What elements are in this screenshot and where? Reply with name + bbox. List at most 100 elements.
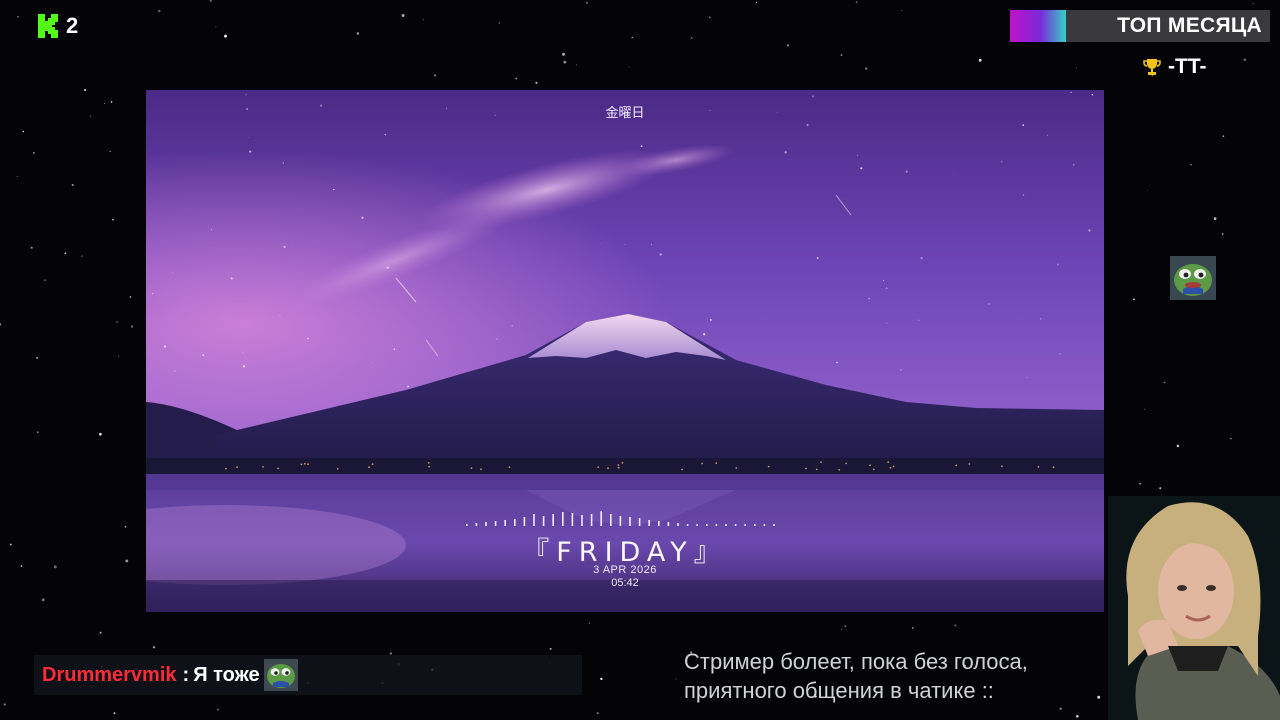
star — [1164, 381, 1166, 384]
star — [124, 526, 127, 528]
shore-light — [805, 467, 807, 470]
shore-light — [1001, 465, 1003, 468]
shore-light — [597, 466, 600, 468]
visualizer-bar — [677, 523, 679, 526]
star — [1221, 233, 1224, 235]
sky-star — [163, 345, 167, 348]
visualizer-bar — [523, 517, 526, 526]
sky-star — [211, 229, 212, 231]
star — [840, 628, 843, 630]
star — [36, 431, 39, 434]
visualizer-bar — [504, 520, 506, 526]
star — [901, 9, 903, 12]
star — [844, 625, 846, 627]
star — [71, 183, 74, 186]
sky-star — [784, 151, 787, 154]
stream-screen: 金曜日 『FRIDAY』 3 APR 2026 05:42 — [146, 90, 1104, 612]
viewer-count: 2 — [66, 13, 79, 38]
visualizer-bar — [754, 524, 756, 526]
star — [110, 101, 113, 103]
pepe-emote-icon — [1170, 256, 1216, 300]
sky-star — [920, 257, 923, 260]
visualizer-bar — [475, 523, 478, 526]
star — [401, 14, 405, 17]
sky-star — [860, 167, 863, 170]
shore-light — [869, 464, 871, 467]
shore-light — [889, 467, 892, 469]
star — [1139, 483, 1141, 485]
star — [41, 598, 45, 602]
visualizer-bar — [648, 520, 650, 526]
shore-light — [968, 463, 971, 465]
sky-star — [883, 280, 885, 282]
shore-light — [303, 462, 306, 465]
visualizer-bar — [542, 516, 545, 526]
sky-star — [279, 314, 281, 317]
shore-light — [892, 465, 895, 468]
visualizer-bar — [744, 524, 746, 526]
star — [588, 622, 590, 624]
sky-star — [1072, 163, 1075, 166]
sky-star — [1022, 194, 1025, 196]
sky-star — [1040, 318, 1042, 320]
chat-separator: : — [182, 663, 190, 686]
sky-star — [152, 293, 154, 295]
star — [840, 54, 843, 57]
notice-line-2: приятного общения в чатике :: — [684, 678, 994, 703]
sky-star — [885, 287, 888, 290]
star — [1213, 217, 1217, 220]
star — [130, 325, 134, 328]
sky-star — [283, 245, 286, 249]
sky-star — [954, 173, 956, 175]
visualizer-bar — [552, 514, 554, 526]
weekday-japanese: 金曜日 — [605, 105, 645, 120]
star — [36, 356, 38, 359]
star — [422, 19, 424, 21]
chat-username[interactable]: Drummervmik — [42, 664, 177, 687]
sky-star — [905, 170, 908, 173]
star — [99, 432, 102, 436]
star — [563, 60, 567, 64]
sky-star — [1091, 93, 1094, 96]
sky-star — [230, 277, 233, 280]
sky-star — [988, 303, 990, 305]
visualizer-bar — [638, 518, 641, 526]
sky-star — [248, 136, 250, 138]
visualizer-bar — [686, 524, 689, 526]
star — [912, 627, 914, 629]
star — [16, 176, 18, 178]
star — [152, 646, 156, 649]
star — [1146, 189, 1148, 191]
star — [157, 9, 161, 13]
sky-star — [886, 322, 888, 324]
sky-star — [1046, 134, 1049, 136]
shore-light — [735, 467, 738, 469]
sky-star — [393, 348, 396, 350]
visualizer-bar — [514, 519, 516, 526]
sky-star — [511, 325, 513, 327]
visualizer-bar — [715, 524, 718, 526]
top-donor: -TT- — [1142, 55, 1206, 79]
sky-star — [172, 272, 174, 274]
star — [864, 67, 868, 70]
visualizer-bar — [485, 522, 487, 526]
star — [576, 64, 577, 66]
sky-star — [624, 244, 626, 246]
star — [1230, 437, 1232, 440]
star — [113, 712, 116, 715]
shore-light — [838, 468, 841, 471]
visualizer-bar — [658, 521, 660, 526]
shore-light — [277, 467, 279, 470]
visualizer-bar — [619, 516, 622, 526]
shore-light — [1037, 466, 1040, 468]
star — [1243, 58, 1247, 62]
star — [81, 255, 83, 257]
star — [690, 36, 693, 39]
sky-star — [1070, 91, 1072, 93]
sky-star — [806, 123, 809, 126]
sky-star — [496, 338, 498, 340]
sky-star — [242, 365, 246, 368]
star — [109, 151, 111, 153]
visualizer-bar — [629, 517, 631, 526]
star — [1252, 3, 1254, 5]
